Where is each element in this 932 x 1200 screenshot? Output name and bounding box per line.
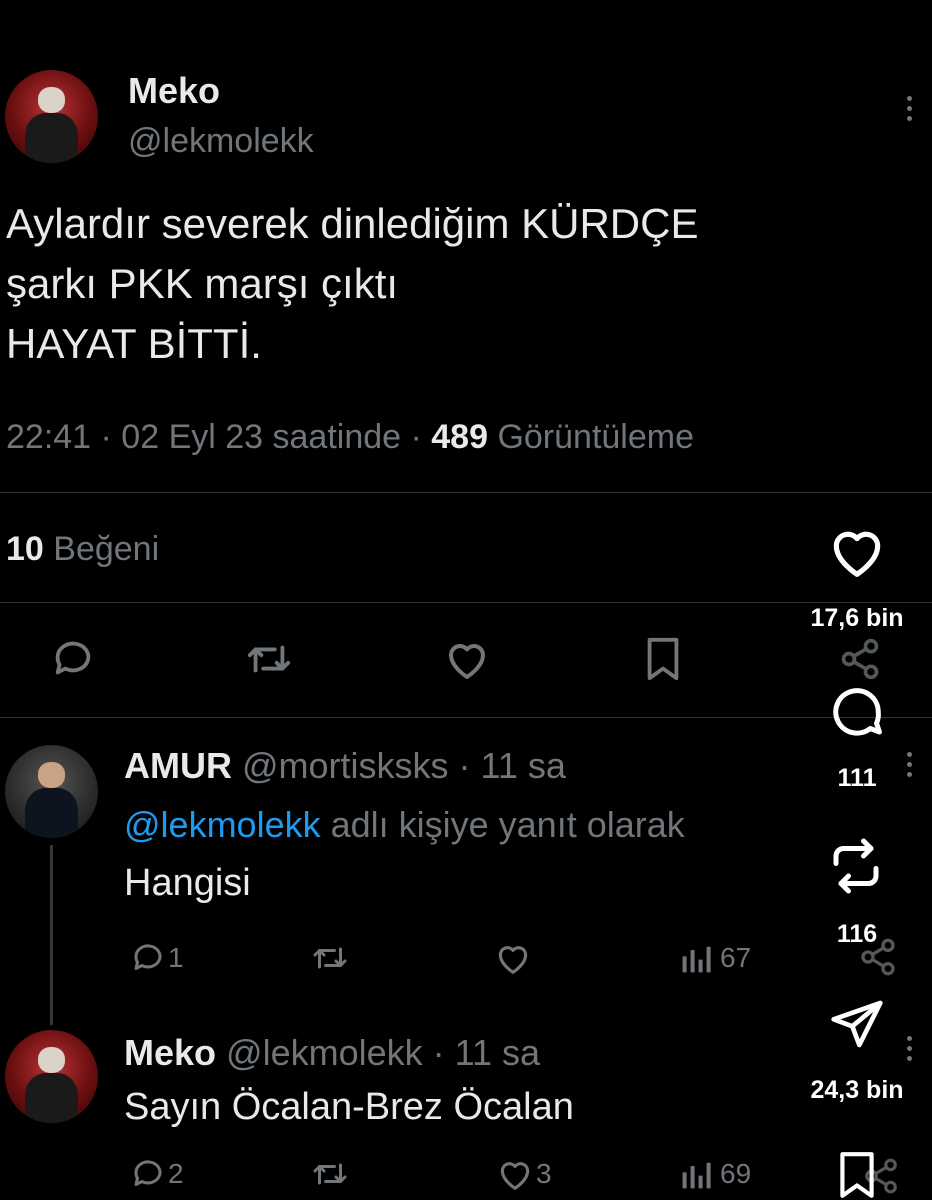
share-icon <box>838 636 882 682</box>
tweet-text: Aylardır severek dinlediğim KÜRDÇE şarkı… <box>6 194 698 374</box>
timestamp[interactable]: 22:41 · 02 Eyl 23 saatinde · <box>6 418 431 456</box>
divider <box>0 717 932 718</box>
rail-share-count: 24,3 bin <box>810 1076 904 1104</box>
reply-count: 2 <box>168 1158 184 1189</box>
divider <box>0 492 932 493</box>
likes-summary[interactable]: 10 Beğeni <box>6 530 159 569</box>
reply-author-name[interactable]: Meko <box>124 1032 216 1073</box>
replying-to: @lekmolekk adlı kişiye yanıt olarak <box>124 804 685 846</box>
reply-to-suffix: adlı kişiye yanıt olarak <box>320 804 685 845</box>
reply-icon[interactable] <box>50 636 96 682</box>
tweet-text-line: Aylardır severek dinlediğim KÜRDÇE <box>6 200 699 247</box>
rail-save-button[interactable] <box>832 1150 882 1200</box>
rail-comment-count: 111 <box>837 764 877 792</box>
reply-text: Sayın Öcalan-Brez Öcalan <box>124 1086 574 1128</box>
rail-comment-button[interactable] <box>826 682 888 742</box>
rail-like-count: 17,6 bin <box>810 604 904 632</box>
retweet-icon[interactable] <box>310 1156 350 1192</box>
reply-header: Meko @lekmolekk · 11 sa <box>124 1032 540 1074</box>
reply-text: Hangisi <box>124 862 251 904</box>
views-label: Görüntüleme <box>488 418 694 456</box>
views-count: 67 <box>720 942 752 973</box>
views-count: 69 <box>720 1158 752 1189</box>
more-icon[interactable] <box>907 96 913 126</box>
retweet-icon[interactable] <box>310 940 350 976</box>
reply-to-link[interactable]: @lekmolekk <box>124 804 321 845</box>
author-name[interactable]: Meko <box>128 70 220 112</box>
like-icon[interactable] <box>494 940 532 976</box>
views-icon[interactable] <box>680 942 714 974</box>
like-icon[interactable] <box>496 1156 534 1192</box>
rail-repost-button[interactable] <box>826 834 886 898</box>
avatar[interactable] <box>5 1030 98 1123</box>
avatar[interactable] <box>5 70 98 163</box>
avatar[interactable] <box>5 745 98 838</box>
reply-handle-time[interactable]: @lekmolekk · 11 sa <box>226 1032 540 1073</box>
reply-handle-time[interactable]: @mortisksks · 11 sa <box>242 745 566 786</box>
like-count: 3 <box>536 1158 552 1189</box>
reply-icon[interactable] <box>130 940 166 976</box>
tweet-meta: 22:41 · 02 Eyl 23 saatinde · 489 Görüntü… <box>6 418 694 457</box>
reply-count: 1 <box>168 942 184 973</box>
rail-send-icon[interactable] <box>828 996 886 1052</box>
more-icon[interactable] <box>907 1036 913 1066</box>
divider <box>0 602 932 603</box>
views-icon[interactable] <box>680 1158 714 1190</box>
retweet-icon[interactable] <box>244 636 294 682</box>
tweet-text-line: HAYAT BİTTİ. <box>6 320 262 367</box>
rail-like-button[interactable] <box>826 522 888 580</box>
bookmark-icon[interactable] <box>642 636 684 682</box>
likes-count: 10 <box>6 530 44 568</box>
reply-header: AMUR @mortisksks · 11 sa <box>124 745 566 787</box>
author-handle[interactable]: @lekmolekk <box>128 122 314 161</box>
reply-icon[interactable] <box>130 1156 166 1192</box>
tweet-text-line: şarkı PKK marşı çıktı <box>6 260 399 307</box>
like-icon[interactable] <box>443 636 491 682</box>
reply-author-name[interactable]: AMUR <box>124 745 232 786</box>
views-count: 489 <box>431 418 488 456</box>
rail-repost-count: 116 <box>836 920 878 948</box>
thread-line <box>50 845 53 1025</box>
likes-label: Beğeni <box>43 530 160 568</box>
